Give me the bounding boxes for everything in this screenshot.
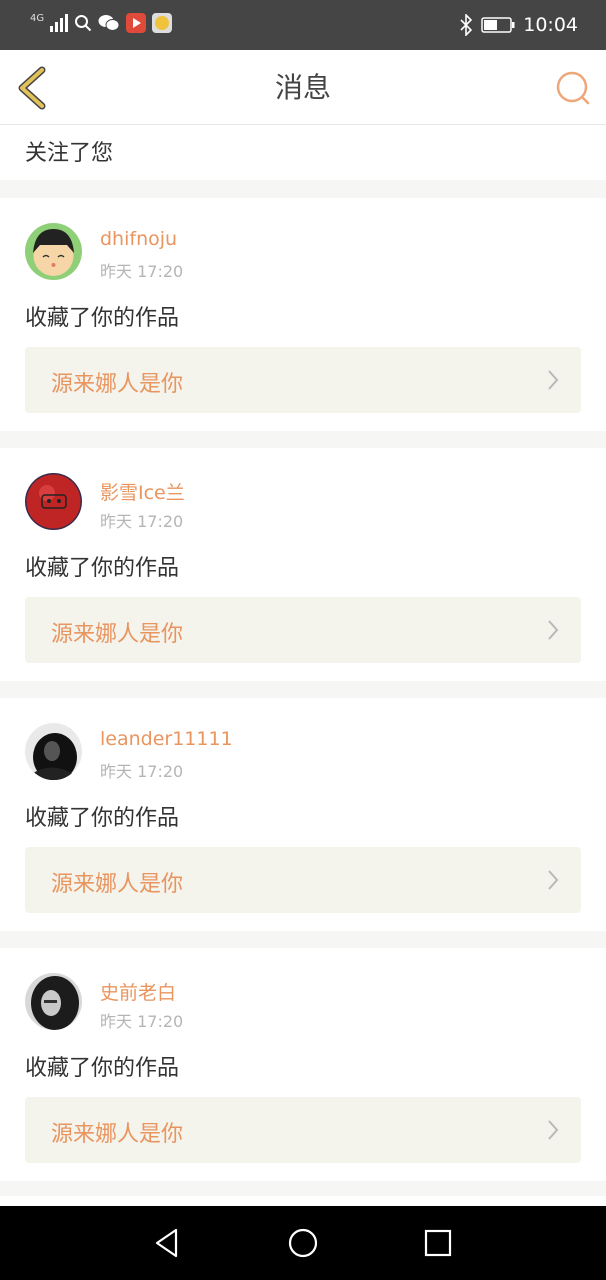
- bluetooth-icon: [460, 14, 473, 36]
- clock: 10:04: [523, 14, 578, 36]
- timestamp: 昨天 17:20: [100, 262, 184, 281]
- emoji-app-icon: [152, 13, 173, 33]
- status-left-icons: 4G: [30, 13, 173, 33]
- work-title: 源来娜人是你: [51, 622, 184, 647]
- nav-recents-button[interactable]: [422, 1227, 454, 1259]
- work-link[interactable]: 源来娜人是你: [25, 597, 581, 663]
- notification-card-partial: 关注了您: [0, 125, 606, 180]
- back-arrow-icon: [18, 66, 46, 110]
- notification-card: leander11111 昨天 17:20 收藏了你的作品 源来娜人是你: [0, 698, 606, 931]
- notification-action-text: 收藏了你的作品: [25, 1056, 180, 1081]
- work-title: 源来娜人是你: [51, 372, 184, 397]
- avatar[interactable]: [25, 473, 82, 530]
- work-title: 源来娜人是你: [51, 872, 184, 897]
- notification-action-text: 收藏了你的作品: [25, 556, 180, 581]
- circle-home-icon: [288, 1228, 318, 1258]
- status-bar: 4G 10:04: [0, 0, 606, 50]
- avatar[interactable]: [25, 223, 82, 280]
- notification-card: 史前老白 昨天 17:20 收藏了你的作品 源来娜人是你: [0, 948, 606, 1181]
- user-name[interactable]: 影雪Ice兰: [100, 478, 185, 505]
- user-name[interactable]: 史前老白: [100, 978, 176, 1005]
- chevron-right-icon: [548, 370, 559, 390]
- next-card-edge: [0, 1196, 606, 1206]
- system-nav-bar: [0, 1206, 606, 1280]
- work-link[interactable]: 源来娜人是你: [25, 847, 581, 913]
- nav-home-button[interactable]: [287, 1227, 319, 1259]
- triangle-back-icon: [155, 1228, 178, 1258]
- timestamp: 昨天 17:20: [100, 762, 184, 781]
- notification-action-text: 收藏了你的作品: [25, 806, 180, 831]
- search-button[interactable]: [554, 69, 592, 107]
- battery-icon: [481, 17, 515, 33]
- timestamp: 昨天 17:20: [100, 512, 184, 531]
- header-bar: 消息: [0, 50, 606, 125]
- wechat-icon: [98, 15, 120, 31]
- status-right-icons: 10:04: [459, 13, 578, 37]
- notification-card: dhifnoju 昨天 17:20 收藏了你的作品 源来娜人是你: [0, 198, 606, 431]
- search-icon: [556, 71, 590, 105]
- user-name[interactable]: leander11111: [100, 728, 233, 750]
- network-type-label: 4G: [30, 13, 45, 24]
- back-button[interactable]: [14, 66, 54, 110]
- chevron-right-icon: [548, 870, 559, 890]
- user-name[interactable]: dhifnoju: [100, 228, 177, 250]
- work-title: 源来娜人是你: [51, 1122, 184, 1147]
- work-link[interactable]: 源来娜人是你: [25, 1097, 581, 1163]
- page-title: 消息: [274, 71, 331, 104]
- timestamp: 昨天 17:20: [100, 1012, 184, 1031]
- search-notification-icon: [75, 15, 92, 32]
- chevron-right-icon: [548, 620, 559, 640]
- signal-icon: [50, 14, 69, 32]
- nav-back-button[interactable]: [152, 1227, 184, 1259]
- notification-card: 影雪Ice兰 昨天 17:20 收藏了你的作品 源来娜人是你: [0, 448, 606, 681]
- chevron-right-icon: [548, 1120, 559, 1140]
- work-link[interactable]: 源来娜人是你: [25, 347, 581, 413]
- video-app-icon: [126, 13, 147, 33]
- avatar[interactable]: [25, 973, 82, 1030]
- avatar[interactable]: [25, 723, 82, 780]
- square-recents-icon: [424, 1229, 452, 1257]
- notification-action-text: 关注了您: [25, 141, 114, 166]
- notification-action-text: 收藏了你的作品: [25, 306, 180, 331]
